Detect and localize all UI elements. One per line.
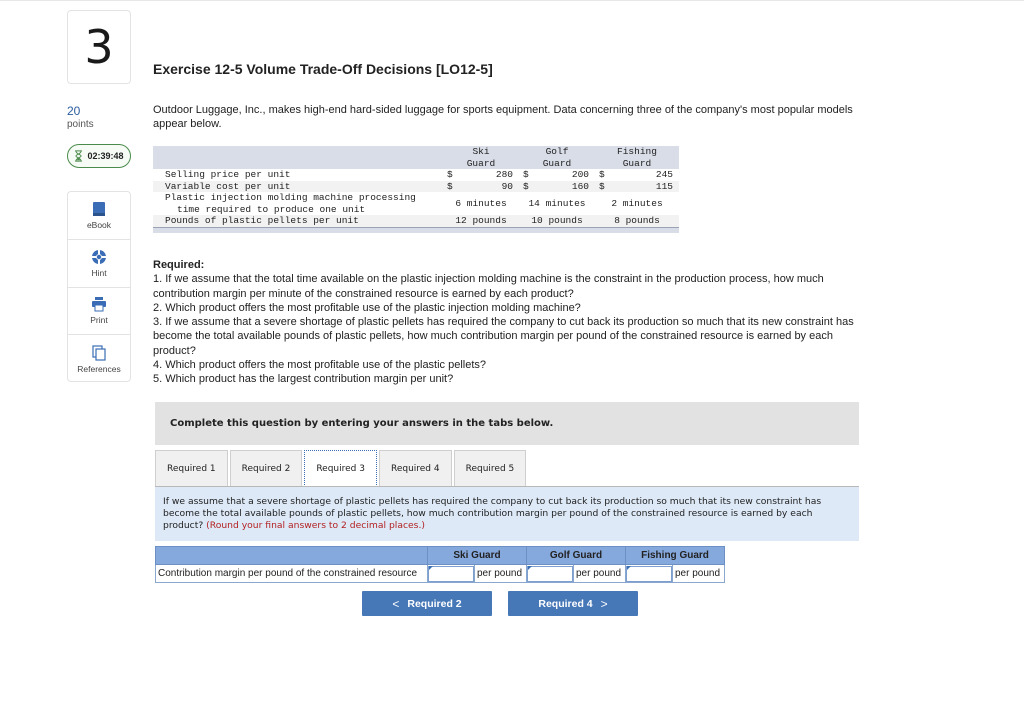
required-item: 3. If we assume that a severe shortage o… (153, 316, 854, 357)
fishing-guard-input[interactable] (626, 565, 672, 582)
tab-required-2[interactable]: Required 2 (229, 450, 303, 487)
tab-required-1[interactable]: Required 1 (155, 450, 228, 487)
prev-required-button[interactable]: < Required 2 (362, 591, 492, 616)
next-required-button[interactable]: Required 4 > (508, 591, 638, 616)
table-row: Pounds of plastic pellets per unit 12 po… (153, 215, 679, 227)
hint-button[interactable]: Hint (68, 240, 130, 288)
table-footer-bar (153, 226, 679, 233)
answer-table: Ski Guard Golf Guard Fishing Guard Contr… (155, 546, 725, 583)
exercise-title: Exercise 12-5 Volume Trade-Off Decisions… (153, 61, 493, 77)
required-item: 4. Which product offers the most profita… (153, 359, 487, 372)
tab-required-4[interactable]: Required 4 (378, 450, 452, 487)
question-number: 3 (67, 10, 131, 84)
hint-label: Hint (91, 267, 107, 278)
copy-icon (92, 345, 106, 361)
timer-value: 02:39:48 (87, 151, 124, 161)
table-row: Variable cost per unit $ 90 $ 160 $ 115 (153, 180, 679, 192)
points-block: 20 points (67, 105, 94, 131)
book-icon (93, 201, 105, 216)
golf-guard-input[interactable] (527, 565, 573, 582)
print-label: Print (90, 315, 108, 326)
lifebuoy-icon (92, 249, 106, 264)
table-row: Plastic injection molding machine proces… (165, 192, 663, 215)
chevron-left-icon: < (392, 596, 400, 611)
required-item: 1. If we assume that the total time avai… (153, 273, 824, 300)
answer-col-golf-guard: Golf Guard (526, 546, 626, 565)
print-button[interactable]: Print (68, 288, 130, 336)
answer-col-ski-guard: Ski Guard (427, 546, 527, 565)
answer-col-fishing-guard: Fishing Guard (625, 546, 725, 565)
timer-badge: 02:39:48 (67, 144, 131, 168)
answer-row: Contribution margin per pound of the con… (155, 564, 725, 583)
ebook-label: eBook (86, 219, 112, 230)
points-label: points (67, 119, 94, 130)
unit-label: per pound (672, 564, 725, 583)
references-button[interactable]: References (68, 335, 130, 383)
table-header-row: Ski Guard Golf Guard Fishing Guard (153, 146, 679, 169)
unit-label: per pound (573, 564, 626, 583)
required-item: 2. Which product offers the most profita… (153, 301, 581, 314)
required-section: Required: 1. If we assume that the total… (153, 258, 878, 387)
chevron-right-icon: > (600, 596, 608, 611)
answer-header-row: Ski Guard Golf Guard Fishing Guard (155, 546, 725, 565)
product-data-table: Ski Guard Golf Guard Fishing Guard Selli… (153, 146, 679, 233)
col-header-fishing-guard: Fishing Guard (595, 146, 679, 169)
hourglass-icon (75, 150, 83, 162)
tools-panel: eBook Hint Print References (67, 191, 131, 382)
question-prompt: If we assume that a severe shortage of p… (155, 487, 859, 541)
prev-label: Required 2 (407, 597, 462, 610)
top-border (0, 0, 1024, 1)
tab-required-3[interactable]: Required 3 (304, 450, 377, 487)
printer-icon (92, 297, 106, 312)
unit-label: per pound (474, 564, 527, 583)
references-label: References (77, 363, 121, 374)
next-label: Required 4 (538, 597, 593, 610)
required-tabs: Required 1 Required 2 Required 3 Require… (155, 450, 527, 487)
table-row: Selling price per unit $ 280 $ 200 $ 245 (165, 169, 673, 180)
col-header-golf-guard: Golf Guard (519, 146, 595, 169)
col-header-ski-guard: Ski Guard (443, 146, 519, 169)
required-item: 5. Which product has the largest contrib… (153, 373, 454, 386)
ski-guard-input[interactable] (428, 565, 474, 582)
required-heading: Required: (153, 259, 205, 271)
intro-text: Outdoor Luggage, Inc., makes high-end ha… (153, 104, 853, 130)
complete-banner: Complete this question by entering your … (155, 402, 859, 445)
ebook-button[interactable]: eBook (68, 192, 130, 240)
answer-row-label: Contribution margin per pound of the con… (155, 564, 428, 583)
points-value: 20 (67, 104, 81, 118)
tab-required-5[interactable]: Required 5 (453, 450, 527, 487)
rounding-note: (Round your final answers to 2 decimal p… (206, 520, 425, 531)
